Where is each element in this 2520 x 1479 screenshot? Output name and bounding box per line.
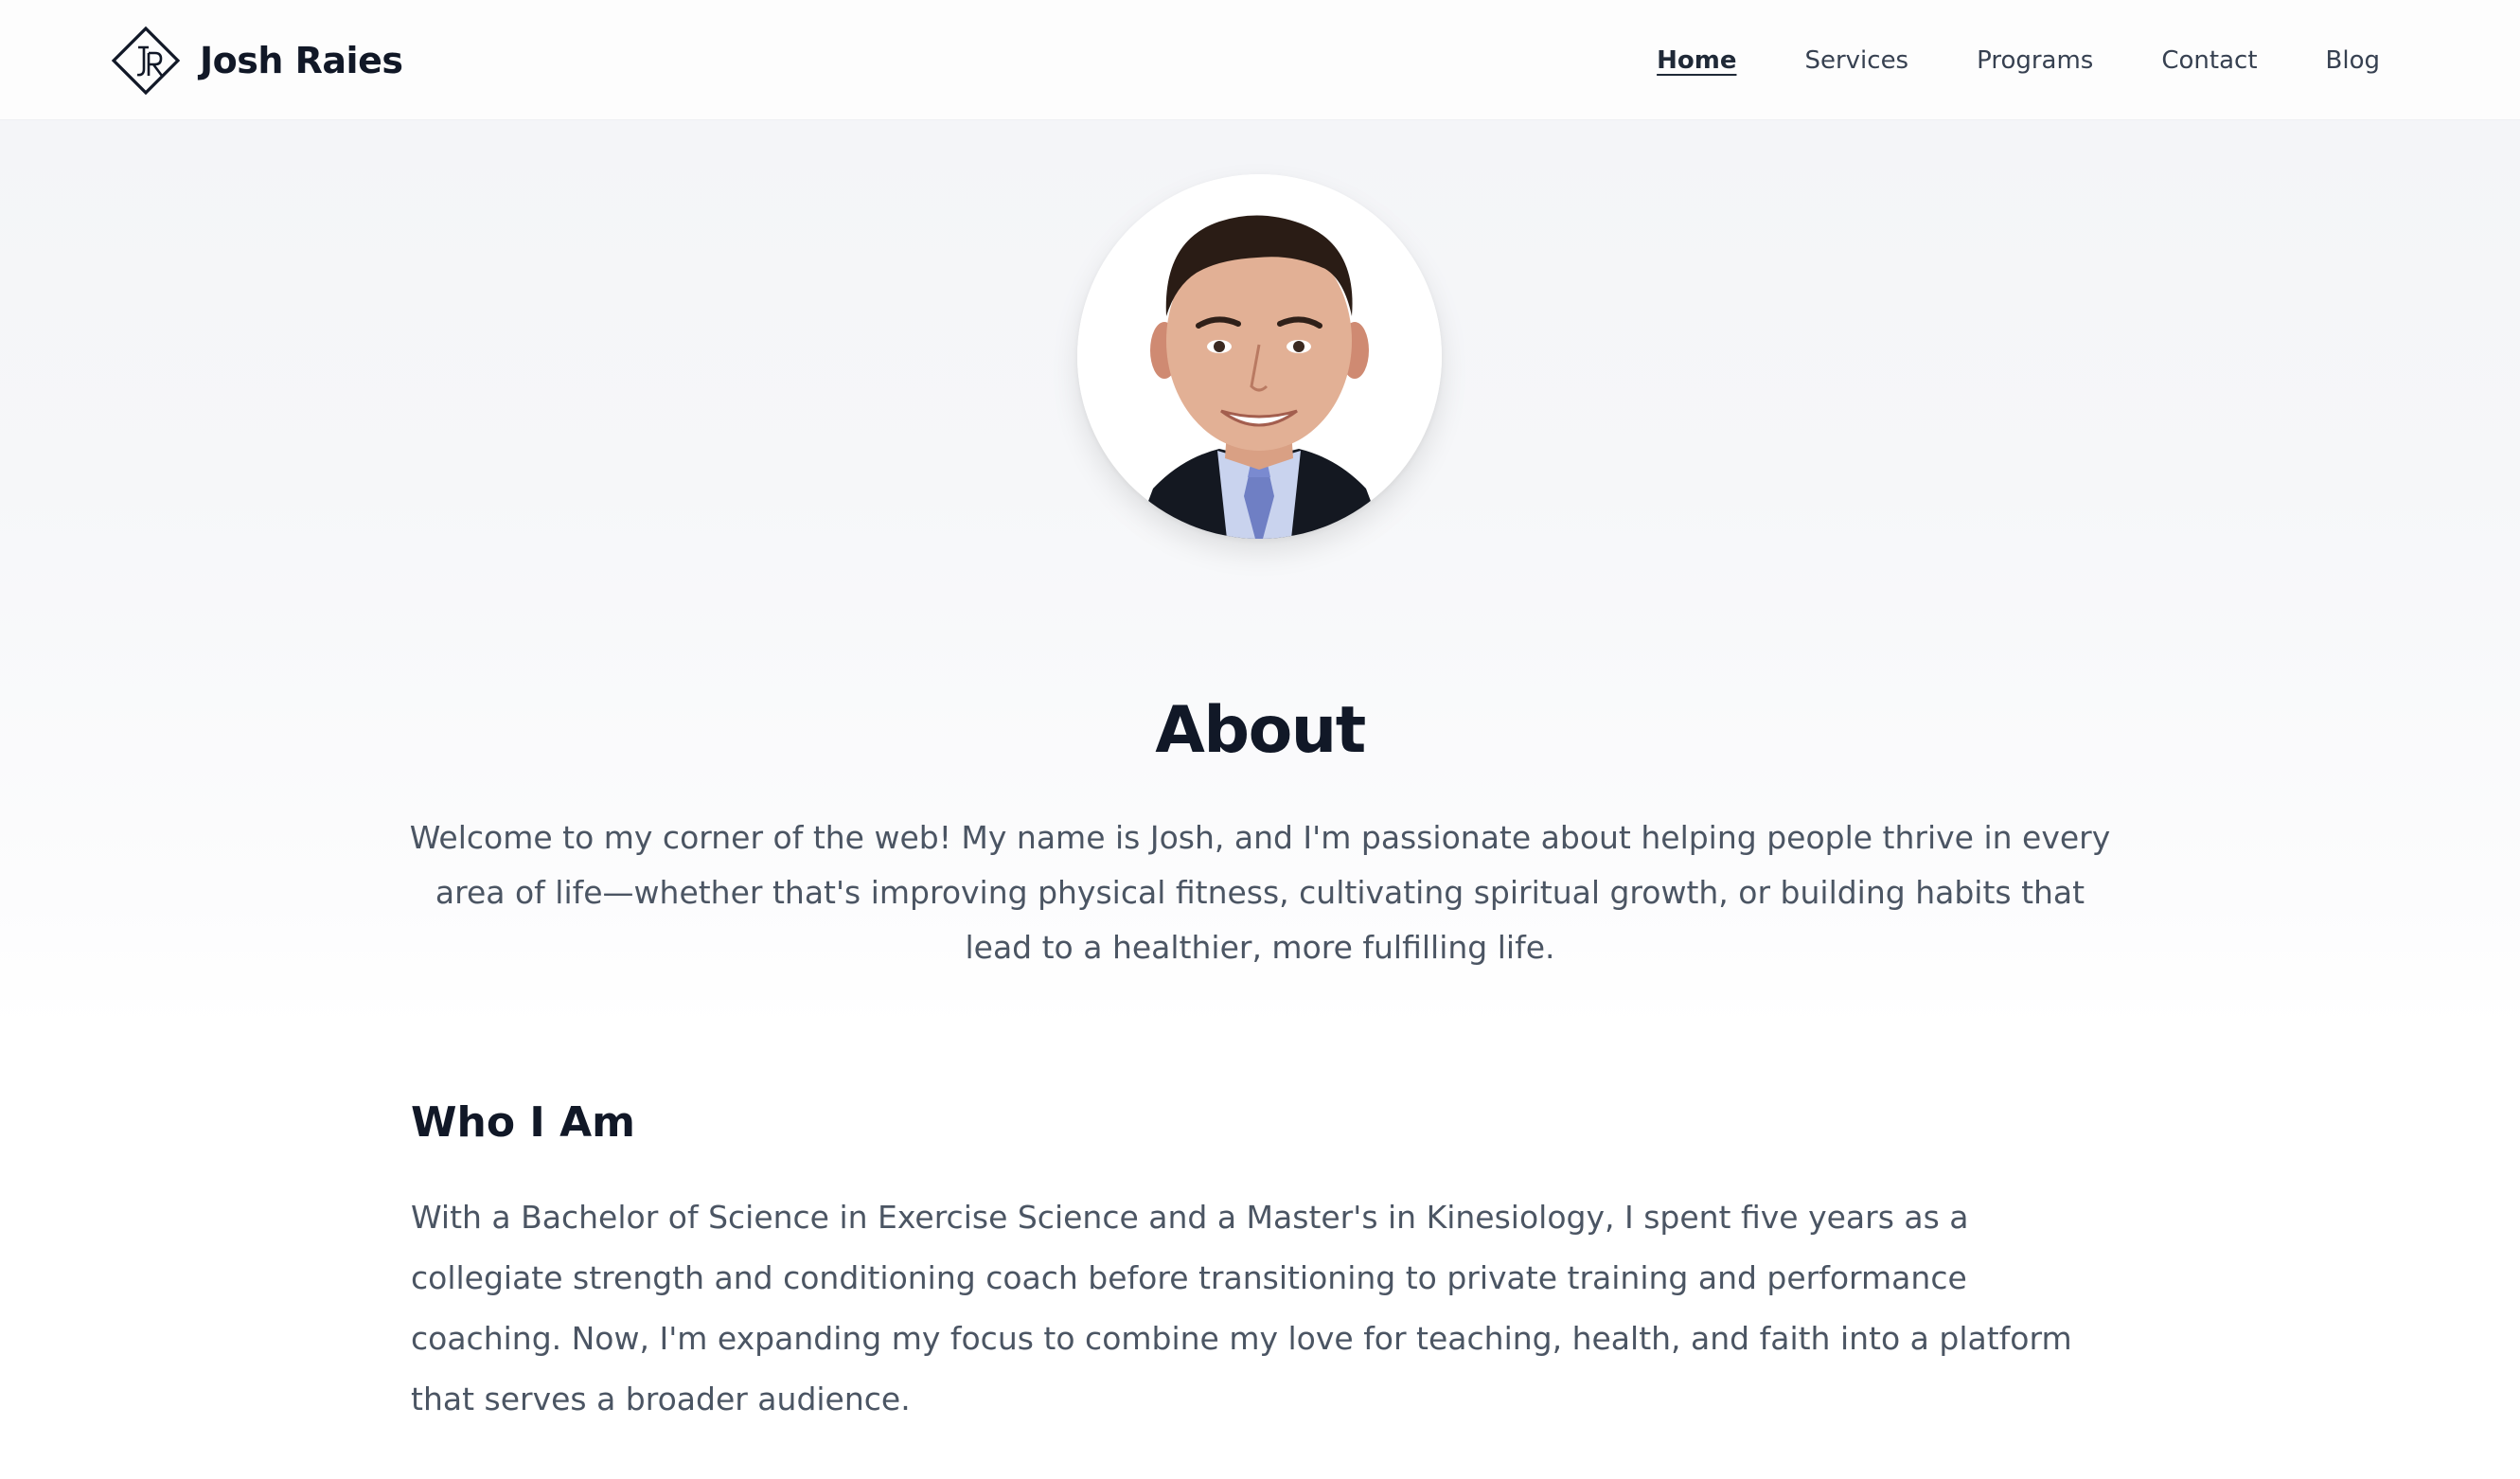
- page-title: About: [1155, 693, 1366, 768]
- nav-item-home[interactable]: Home: [1657, 46, 1736, 75]
- portrait-photo: [1077, 174, 1442, 539]
- intro-paragraph: Welcome to my corner of the web! My name…: [409, 819, 2111, 966]
- nav-item-contact[interactable]: Contact: [2161, 46, 2257, 75]
- nav-item-blog[interactable]: Blog: [2326, 46, 2380, 75]
- brand-home-link[interactable]: Josh Raies: [107, 22, 403, 99]
- site-header: Josh Raies Home Services Programs Contac…: [0, 0, 2520, 120]
- avatar: [1077, 174, 1442, 539]
- section-title-who-i-am: Who I Am: [411, 1098, 635, 1147]
- nav-item-services[interactable]: Services: [1804, 46, 1908, 75]
- nav-item-programs[interactable]: Programs: [1977, 46, 2093, 75]
- brand-name: Josh Raies: [200, 40, 403, 81]
- jr-logo-icon: [107, 22, 185, 99]
- who-i-am-paragraph: With a Bachelor of Science in Exercise S…: [411, 1199, 2072, 1417]
- main-nav: Home Services Programs Contact Blog: [1588, 0, 2380, 120]
